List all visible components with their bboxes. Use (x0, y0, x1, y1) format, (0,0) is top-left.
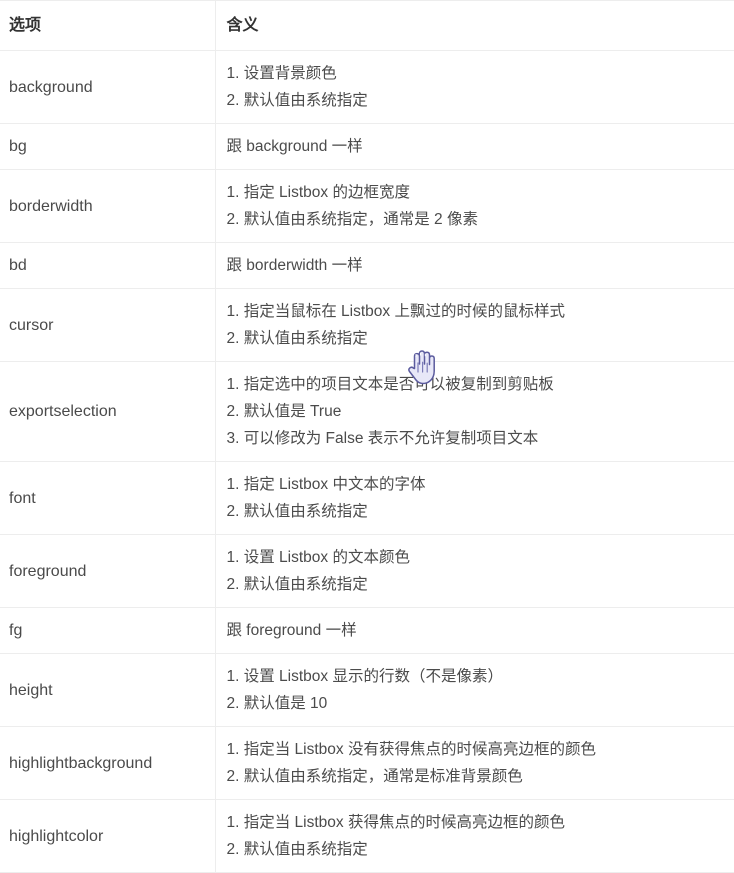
meaning-line: 2. 默认值是 True (227, 398, 723, 425)
option-cell: height (0, 654, 215, 727)
meaning-list: 1. 设置 Listbox 显示的行数（不是像素）2. 默认值是 10 (216, 654, 734, 726)
option-name: exportselection (0, 391, 215, 432)
listbox-options-table: 选项 含义 background1. 设置背景颜色2. 默认值由系统指定bg跟 … (0, 0, 734, 873)
option-name: foreground (0, 551, 215, 592)
option-name: cursor (0, 305, 215, 346)
meaning-list: 跟 background 一样 (216, 124, 734, 169)
option-cell: cursor (0, 289, 215, 362)
meaning-line: 2. 默认值由系统指定 (227, 498, 723, 525)
option-cell: fg (0, 608, 215, 654)
meaning-list: 1. 指定选中的项目文本是否可以被复制到剪贴板2. 默认值是 True3. 可以… (216, 362, 734, 461)
meaning-list: 1. 指定当 Listbox 获得焦点的时候高亮边框的颜色2. 默认值由系统指定 (216, 800, 734, 872)
meaning-cell: 跟 background 一样 (215, 124, 734, 170)
meaning-cell: 1. 设置 Listbox 的文本颜色2. 默认值由系统指定 (215, 535, 734, 608)
option-cell: background (0, 51, 215, 124)
meaning-cell: 1. 指定选中的项目文本是否可以被复制到剪贴板2. 默认值是 True3. 可以… (215, 362, 734, 462)
option-name: background (0, 67, 215, 108)
meaning-cell: 跟 borderwidth 一样 (215, 243, 734, 289)
option-name: borderwidth (0, 186, 215, 227)
meaning-list: 跟 borderwidth 一样 (216, 243, 734, 288)
meaning-line: 1. 指定 Listbox 的边框宽度 (227, 179, 723, 206)
table-row: height1. 设置 Listbox 显示的行数（不是像素）2. 默认值是 1… (0, 654, 734, 727)
meaning-list: 1. 指定 Listbox 中文本的字体2. 默认值由系统指定 (216, 462, 734, 534)
option-cell: bg (0, 124, 215, 170)
table-row: cursor1. 指定当鼠标在 Listbox 上飘过的时候的鼠标样式2. 默认… (0, 289, 734, 362)
table-body: background1. 设置背景颜色2. 默认值由系统指定bg跟 backgr… (0, 51, 734, 873)
option-name: highlightbackground (0, 743, 215, 784)
meaning-line: 1. 指定 Listbox 中文本的字体 (227, 471, 723, 498)
meaning-cell: 1. 指定 Listbox 的边框宽度2. 默认值由系统指定，通常是 2 像素 (215, 170, 734, 243)
meaning-line: 2. 默认值由系统指定，通常是 2 像素 (227, 206, 723, 233)
option-name: fg (0, 610, 215, 651)
option-name: font (0, 478, 215, 519)
meaning-line: 跟 background 一样 (227, 133, 723, 160)
meaning-line: 1. 指定当 Listbox 没有获得焦点的时候高亮边框的颜色 (227, 736, 723, 763)
option-cell: font (0, 462, 215, 535)
table-row: foreground1. 设置 Listbox 的文本颜色2. 默认值由系统指定 (0, 535, 734, 608)
meaning-line: 1. 指定当鼠标在 Listbox 上飘过的时候的鼠标样式 (227, 298, 723, 325)
meaning-list: 1. 指定当 Listbox 没有获得焦点的时候高亮边框的颜色2. 默认值由系统… (216, 727, 734, 799)
meaning-line: 2. 默认值由系统指定 (227, 87, 723, 114)
table-row: background1. 设置背景颜色2. 默认值由系统指定 (0, 51, 734, 124)
option-cell: highlightcolor (0, 800, 215, 873)
column-header-meaning-label: 含义 (216, 1, 734, 50)
meaning-line: 1. 设置 Listbox 的文本颜色 (227, 544, 723, 571)
option-name: bg (0, 126, 215, 167)
table-row: fg 跟 foreground 一样 (0, 608, 734, 654)
meaning-line: 2. 默认值由系统指定 (227, 571, 723, 598)
table-row: bg 跟 background 一样 (0, 124, 734, 170)
option-name: bd (0, 245, 215, 286)
column-header-option-label: 选项 (0, 4, 215, 47)
table-row: exportselection1. 指定选中的项目文本是否可以被复制到剪贴板2.… (0, 362, 734, 462)
option-cell: exportselection (0, 362, 215, 462)
meaning-list: 1. 设置背景颜色2. 默认值由系统指定 (216, 51, 734, 123)
table-header-row: 选项 含义 (0, 1, 734, 51)
meaning-line: 1. 设置背景颜色 (227, 60, 723, 87)
column-header-option: 选项 (0, 1, 215, 51)
meaning-line: 1. 设置 Listbox 显示的行数（不是像素） (227, 663, 723, 690)
meaning-cell: 1. 指定当鼠标在 Listbox 上飘过的时候的鼠标样式2. 默认值由系统指定 (215, 289, 734, 362)
meaning-list: 1. 设置 Listbox 的文本颜色2. 默认值由系统指定 (216, 535, 734, 607)
meaning-line: 1. 指定选中的项目文本是否可以被复制到剪贴板 (227, 371, 723, 398)
meaning-line: 2. 默认值由系统指定，通常是标准背景颜色 (227, 763, 723, 790)
table-row: borderwidth1. 指定 Listbox 的边框宽度2. 默认值由系统指… (0, 170, 734, 243)
meaning-cell: 跟 foreground 一样 (215, 608, 734, 654)
table-header: 选项 含义 (0, 1, 734, 51)
meaning-line: 2. 默认值是 10 (227, 690, 723, 717)
meaning-line: 跟 foreground 一样 (227, 617, 723, 644)
option-name: height (0, 670, 215, 711)
table-row: font1. 指定 Listbox 中文本的字体2. 默认值由系统指定 (0, 462, 734, 535)
option-cell: borderwidth (0, 170, 215, 243)
option-cell: bd (0, 243, 215, 289)
meaning-line: 2. 默认值由系统指定 (227, 836, 723, 863)
table-row: bd 跟 borderwidth 一样 (0, 243, 734, 289)
meaning-list: 1. 指定当鼠标在 Listbox 上飘过的时候的鼠标样式2. 默认值由系统指定 (216, 289, 734, 361)
meaning-line: 3. 可以修改为 False 表示不允许复制项目文本 (227, 425, 723, 452)
meaning-cell: 1. 指定 Listbox 中文本的字体2. 默认值由系统指定 (215, 462, 734, 535)
option-cell: foreground (0, 535, 215, 608)
meaning-list: 跟 foreground 一样 (216, 608, 734, 653)
column-header-meaning: 含义 (215, 1, 734, 51)
table-row: highlightbackground1. 指定当 Listbox 没有获得焦点… (0, 727, 734, 800)
option-name: highlightcolor (0, 816, 215, 857)
meaning-line: 1. 指定当 Listbox 获得焦点的时候高亮边框的颜色 (227, 809, 723, 836)
meaning-line: 2. 默认值由系统指定 (227, 325, 723, 352)
meaning-cell: 1. 设置背景颜色2. 默认值由系统指定 (215, 51, 734, 124)
table-row: highlightcolor1. 指定当 Listbox 获得焦点的时候高亮边框… (0, 800, 734, 873)
meaning-cell: 1. 指定当 Listbox 没有获得焦点的时候高亮边框的颜色2. 默认值由系统… (215, 727, 734, 800)
meaning-cell: 1. 指定当 Listbox 获得焦点的时候高亮边框的颜色2. 默认值由系统指定 (215, 800, 734, 873)
option-cell: highlightbackground (0, 727, 215, 800)
meaning-list: 1. 指定 Listbox 的边框宽度2. 默认值由系统指定，通常是 2 像素 (216, 170, 734, 242)
meaning-line: 跟 borderwidth 一样 (227, 252, 723, 279)
meaning-cell: 1. 设置 Listbox 显示的行数（不是像素）2. 默认值是 10 (215, 654, 734, 727)
